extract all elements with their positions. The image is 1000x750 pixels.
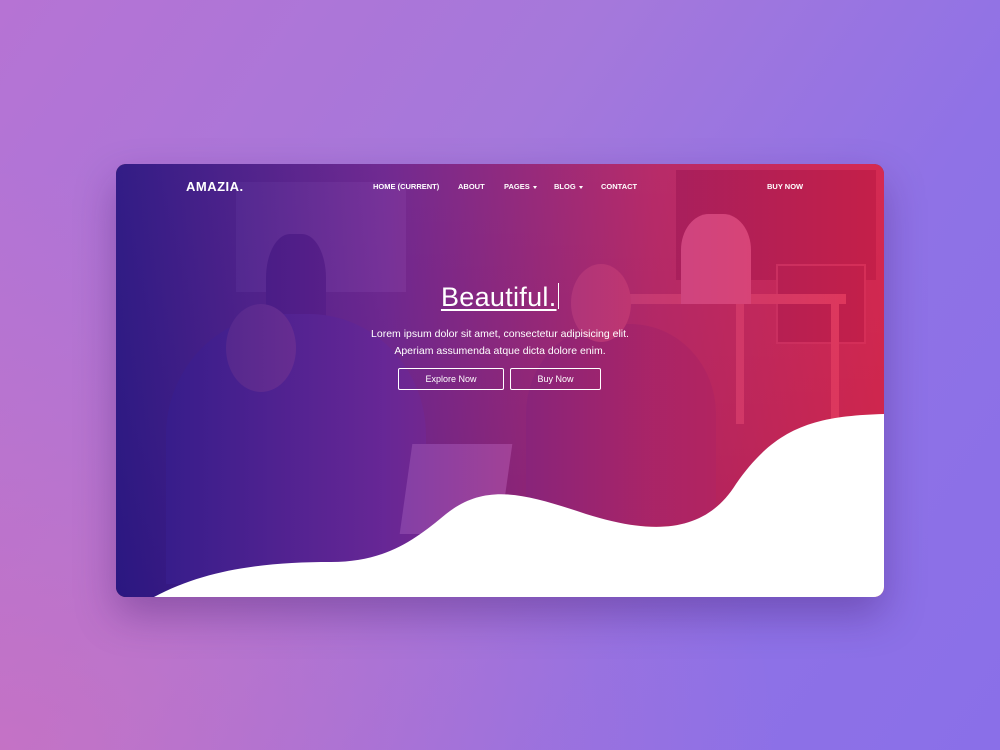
- hero-text-line1: Lorem ipsum dolor sit amet, consectetur …: [371, 328, 629, 340]
- nav-about[interactable]: ABOUT: [458, 182, 485, 191]
- hero-card: AMAZIA. HOME (CURRENT) ABOUT PAGES BLOG …: [116, 164, 884, 597]
- chevron-down-icon: [578, 185, 583, 189]
- buy-now-button[interactable]: Buy Now: [510, 368, 601, 390]
- hero-title-text: Beautiful.: [440, 282, 557, 312]
- nav-blog-label: BLOG: [554, 182, 576, 191]
- nav-pages-label: PAGES: [504, 182, 530, 191]
- nav-buy-now[interactable]: BUY NOW: [767, 182, 803, 191]
- nav-contact[interactable]: CONTACT: [601, 182, 637, 191]
- chevron-down-icon: [532, 185, 537, 189]
- nav-blog[interactable]: BLOG: [554, 182, 583, 191]
- nav-pages[interactable]: PAGES: [504, 182, 537, 191]
- top-navbar: AMAZIA. HOME (CURRENT) ABOUT PAGES BLOG …: [116, 164, 884, 210]
- site-logo[interactable]: AMAZIA.: [186, 179, 244, 194]
- hero-title: Beautiful.: [116, 282, 884, 313]
- nav-home[interactable]: HOME (CURRENT): [373, 182, 439, 191]
- hero-text-line2: Aperiam assumenda atque dicta dolore eni…: [394, 345, 606, 357]
- typing-cursor: [557, 283, 560, 309]
- explore-now-button[interactable]: Explore Now: [398, 368, 504, 390]
